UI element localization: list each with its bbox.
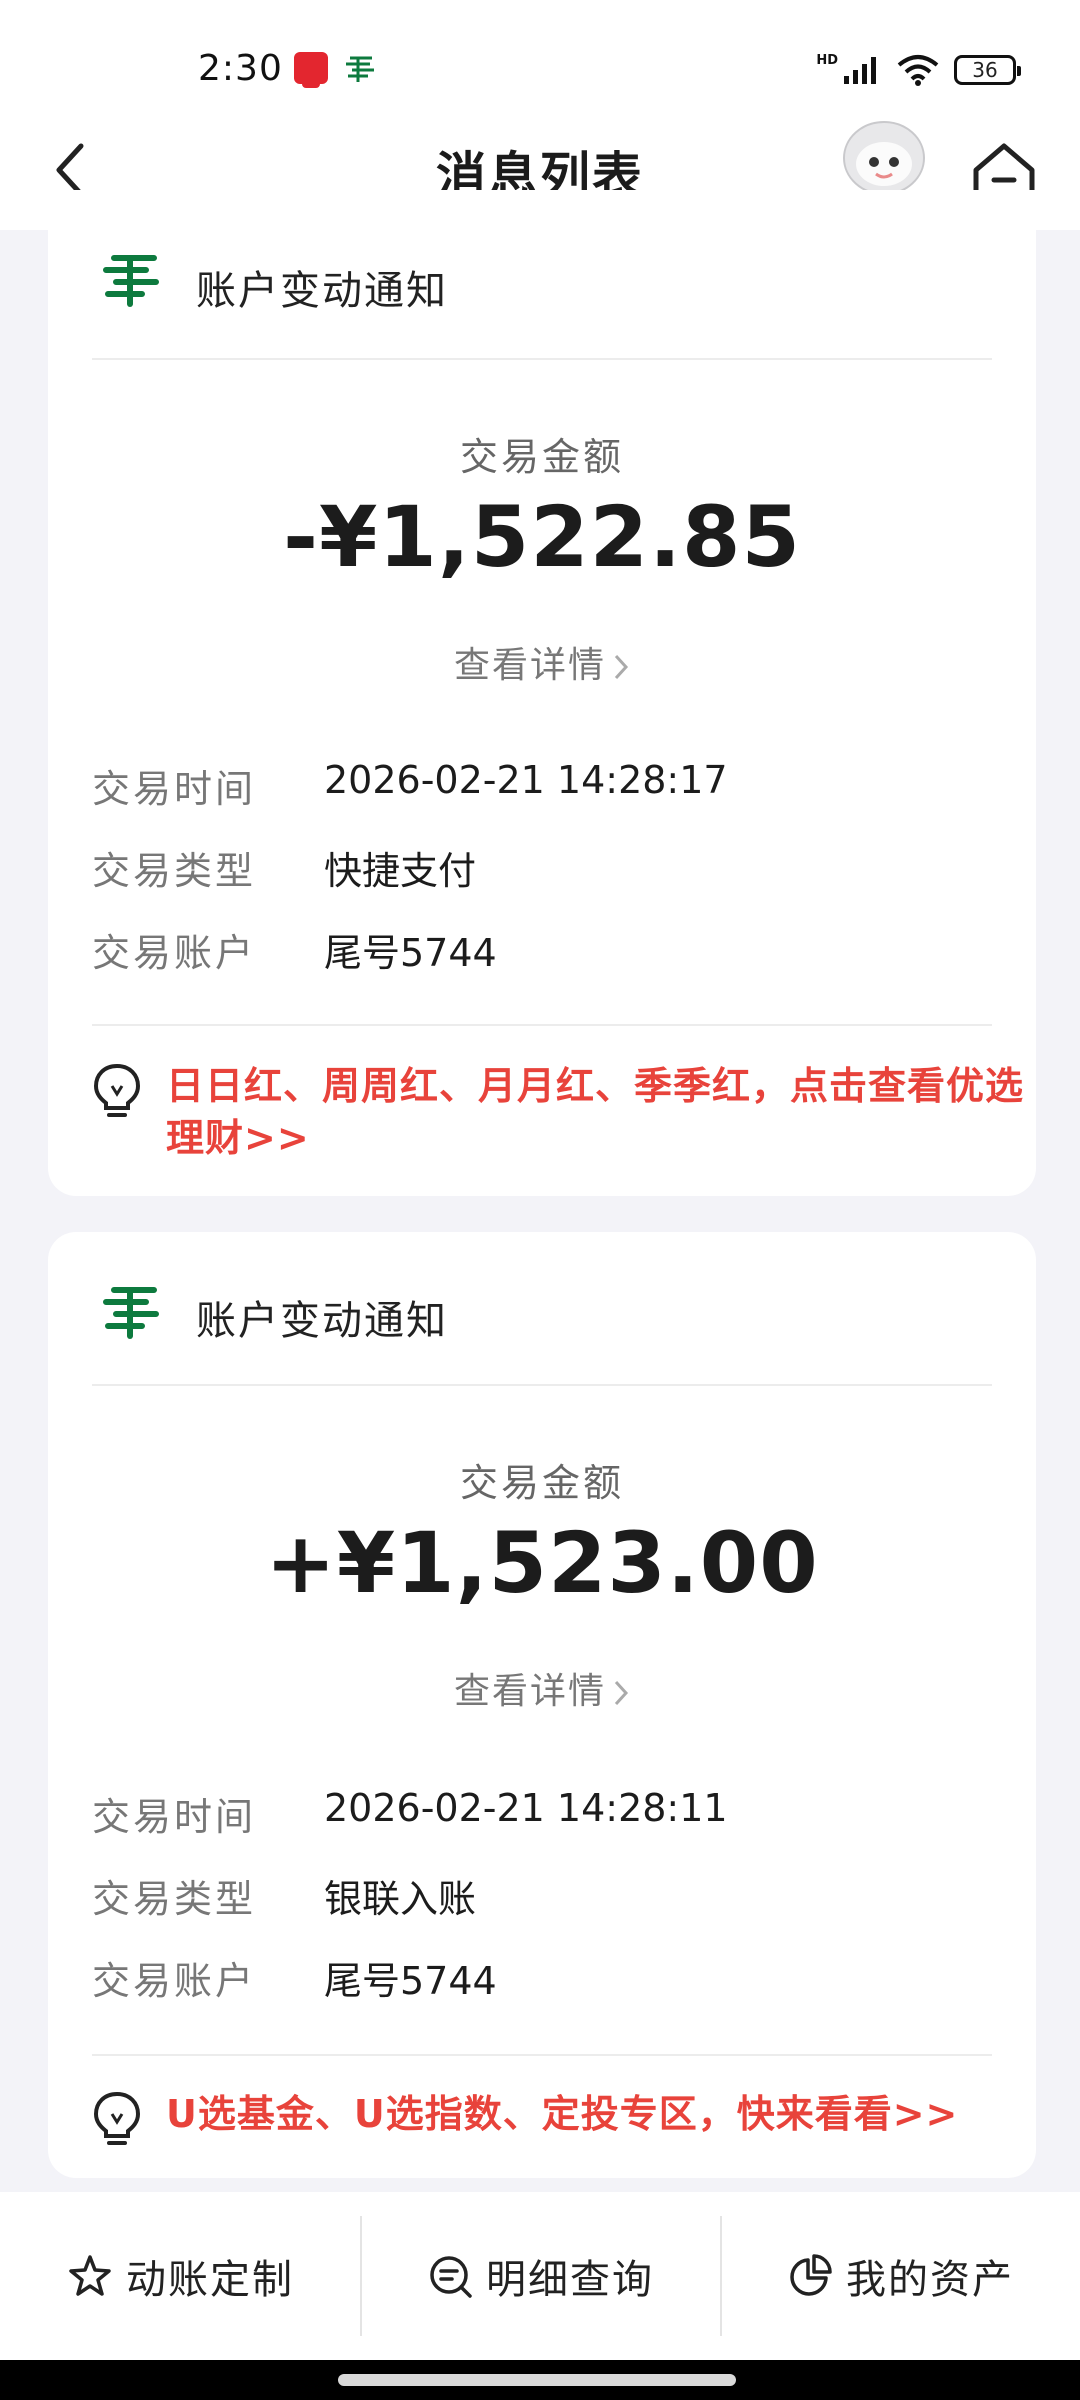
amount-value: -¥1,522.85: [283, 488, 801, 586]
promo-banner[interactable]: U选基金、U选指数、定投专区，快来看看>>: [92, 2088, 1012, 2148]
account-alert-custom-button[interactable]: 动账定制: [0, 2192, 360, 2360]
info-key: 交易账户: [92, 931, 257, 975]
view-details-label: 查看详情: [453, 1671, 606, 1712]
bottom-item-label: 明细查询: [486, 2257, 654, 2303]
promo-text: 日日红、周周红、月月红、季季红，点击查看优选理财>>: [166, 1064, 1025, 1160]
system-nav-bar: [0, 2360, 1080, 2400]
bottom-item-label: 动账定制: [126, 2257, 294, 2303]
message-card[interactable]: 账户变动通知 交易金额 +¥1,523.00 查看详情 交易时间 2026-02…: [48, 1232, 1036, 2178]
lightbulb-icon: [93, 2091, 141, 2145]
promo-text: U选基金、U选指数、定投专区，快来看看>>: [166, 2092, 959, 2136]
info-row-type: 交易类型 银联入账: [92, 1868, 992, 1928]
bottom-action-bar: 动账定制 明细查询 我的资产: [0, 2192, 1080, 2360]
chevron-right-icon: [614, 654, 629, 680]
amount-label: 交易金额: [459, 435, 624, 479]
view-details-label: 查看详情: [453, 645, 606, 686]
notification-app-icon: [294, 52, 328, 88]
wifi-icon: [897, 55, 939, 86]
info-value: 2026-02-21 14:28:11: [324, 1786, 728, 1830]
info-value: 快捷支付: [324, 849, 477, 893]
info-key: 交易时间: [92, 767, 257, 811]
battery-icon: 36: [954, 55, 1021, 85]
info-value: 尾号5744: [324, 931, 497, 975]
info-row-type: 交易类型 快捷支付: [92, 840, 992, 900]
battery-level: 36: [972, 58, 998, 82]
info-key: 交易类型: [92, 849, 257, 893]
post-bank-logo-icon: [103, 255, 159, 307]
detail-query-button[interactable]: 明细查询: [360, 2192, 720, 2360]
post-bank-logo-icon: [103, 1287, 159, 1339]
message-list-page: 2:30 HD 36 消息列表 账户变动通知 交易金额 -¥1,522.85 查…: [0, 0, 1080, 2400]
info-key: 交易账户: [92, 1959, 257, 2003]
my-assets-button[interactable]: 我的资产: [720, 2192, 1080, 2360]
divider: [92, 1024, 992, 1026]
info-key: 交易时间: [92, 1795, 257, 1839]
view-details-link[interactable]: 查看详情: [48, 1662, 1036, 1714]
info-row-time: 交易时间 2026-02-21 14:28:17: [92, 758, 992, 818]
message-card[interactable]: 账户变动通知 交易金额 -¥1,522.85 查看详情 交易时间 2026-02…: [48, 190, 1036, 1196]
card-header: 账户变动通知: [48, 190, 1036, 314]
bottom-item-label: 我的资产: [846, 2257, 1014, 2303]
lightbulb-icon: [93, 1063, 141, 1117]
card-title: 账户变动通知: [196, 268, 448, 314]
promo-banner[interactable]: 日日红、周周红、月月红、季季红，点击查看优选理财>>: [92, 1060, 1023, 1164]
info-row-account: 交易账户 尾号5744: [92, 922, 992, 982]
network-label: HD: [816, 52, 838, 68]
info-row-account: 交易账户 尾号5744: [92, 1950, 992, 2010]
status-time: 2:30: [198, 48, 283, 89]
card-title: 账户变动通知: [196, 1298, 448, 1344]
info-value: 2026-02-21 14:28:17: [324, 758, 728, 802]
search-list-icon: [430, 2256, 472, 2298]
amount-value: +¥1,523.00: [265, 1514, 819, 1612]
amount-label: 交易金额: [459, 1461, 624, 1505]
star-icon: [69, 2255, 111, 2296]
info-value: 尾号5744: [324, 1959, 497, 2003]
home-indicator[interactable]: [338, 2374, 736, 2386]
info-key: 交易类型: [92, 1877, 257, 1921]
info-row-time: 交易时间 2026-02-21 14:28:11: [92, 1786, 992, 1846]
pie-chart-icon: [790, 2254, 832, 2296]
divider: [92, 358, 992, 360]
signal-icon: [844, 57, 876, 84]
info-value: 银联入账: [324, 1877, 477, 1921]
chevron-right-icon: [614, 1680, 629, 1706]
status-icons: HD 36: [816, 50, 1021, 90]
divider: [92, 1384, 992, 1386]
divider: [92, 2054, 992, 2056]
view-details-link[interactable]: 查看详情: [48, 636, 1036, 688]
card-header: 账户变动通知: [48, 1232, 1036, 1352]
post-bank-icon: [346, 56, 374, 82]
